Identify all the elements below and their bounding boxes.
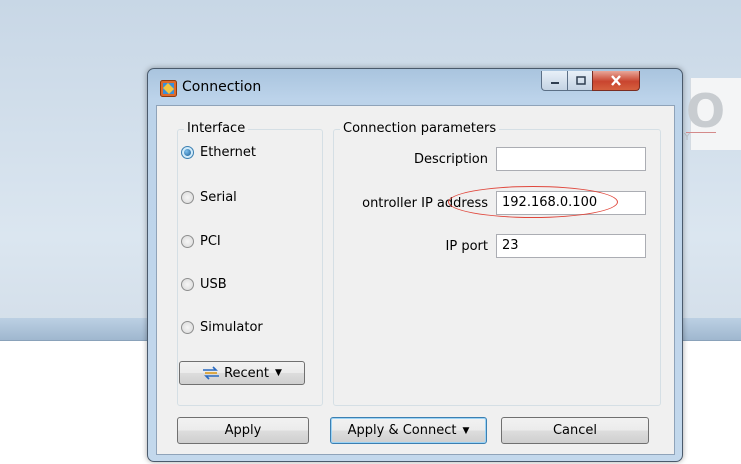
radio-simulator[interactable]: Simulator (181, 320, 263, 335)
maximize-icon (575, 75, 586, 85)
close-icon (611, 75, 621, 86)
apply-button[interactable]: Apply (177, 417, 309, 444)
connection-parameters-legend: Connection parameters (340, 121, 500, 136)
maximize-button[interactable] (567, 71, 594, 91)
radio-button-selected[interactable] (181, 146, 194, 159)
ip-port-field[interactable]: 23 (496, 234, 646, 258)
description-field[interactable] (496, 147, 646, 171)
title-bar[interactable]: Connection (148, 69, 682, 103)
radio-pci[interactable]: PCI (181, 234, 221, 249)
radio-button[interactable] (181, 191, 194, 204)
ip-port-label: IP port (445, 239, 488, 254)
radio-button[interactable] (181, 235, 194, 248)
radio-label: Simulator (200, 320, 263, 335)
radio-label: Serial (200, 190, 237, 205)
dialog-body: Interface Ethernet Serial PCI USB Simula… (156, 105, 675, 455)
cancel-label: Cancel (552, 423, 598, 438)
recent-button[interactable]: Recent ▼ (179, 361, 305, 385)
connection-dialog: Connection Interface Ethernet Serial PCI (147, 68, 683, 462)
recent-icon (203, 366, 220, 380)
radio-label: USB (200, 277, 227, 292)
radio-ethernet[interactable]: Ethernet (181, 145, 256, 160)
apply-connect-button[interactable]: Apply & Connect ▼ (330, 417, 487, 444)
radio-usb[interactable]: USB (181, 277, 227, 292)
minimize-button[interactable] (541, 71, 569, 91)
chevron-down-icon: ▼ (462, 425, 470, 436)
radio-button[interactable] (181, 278, 194, 291)
cancel-button[interactable]: Cancel (501, 417, 649, 444)
minimize-icon (551, 81, 559, 84)
radio-label: Ethernet (200, 145, 256, 160)
background-logo-text: Y (684, 132, 693, 143)
radio-button[interactable] (181, 321, 194, 334)
radio-label: PCI (200, 234, 221, 249)
window-title: Connection (182, 79, 262, 95)
chevron-down-icon: ▼ (275, 368, 282, 378)
description-label: Description (413, 152, 488, 167)
app-icon (160, 80, 177, 97)
interface-legend: Interface (184, 121, 249, 136)
apply-connect-label: Apply & Connect (347, 423, 457, 438)
recent-label: Recent (224, 365, 269, 381)
annotation-ellipse (448, 186, 618, 218)
apply-label: Apply (224, 423, 262, 438)
radio-serial[interactable]: Serial (181, 190, 237, 205)
background-logo: O (686, 84, 726, 138)
close-button[interactable] (592, 71, 640, 91)
